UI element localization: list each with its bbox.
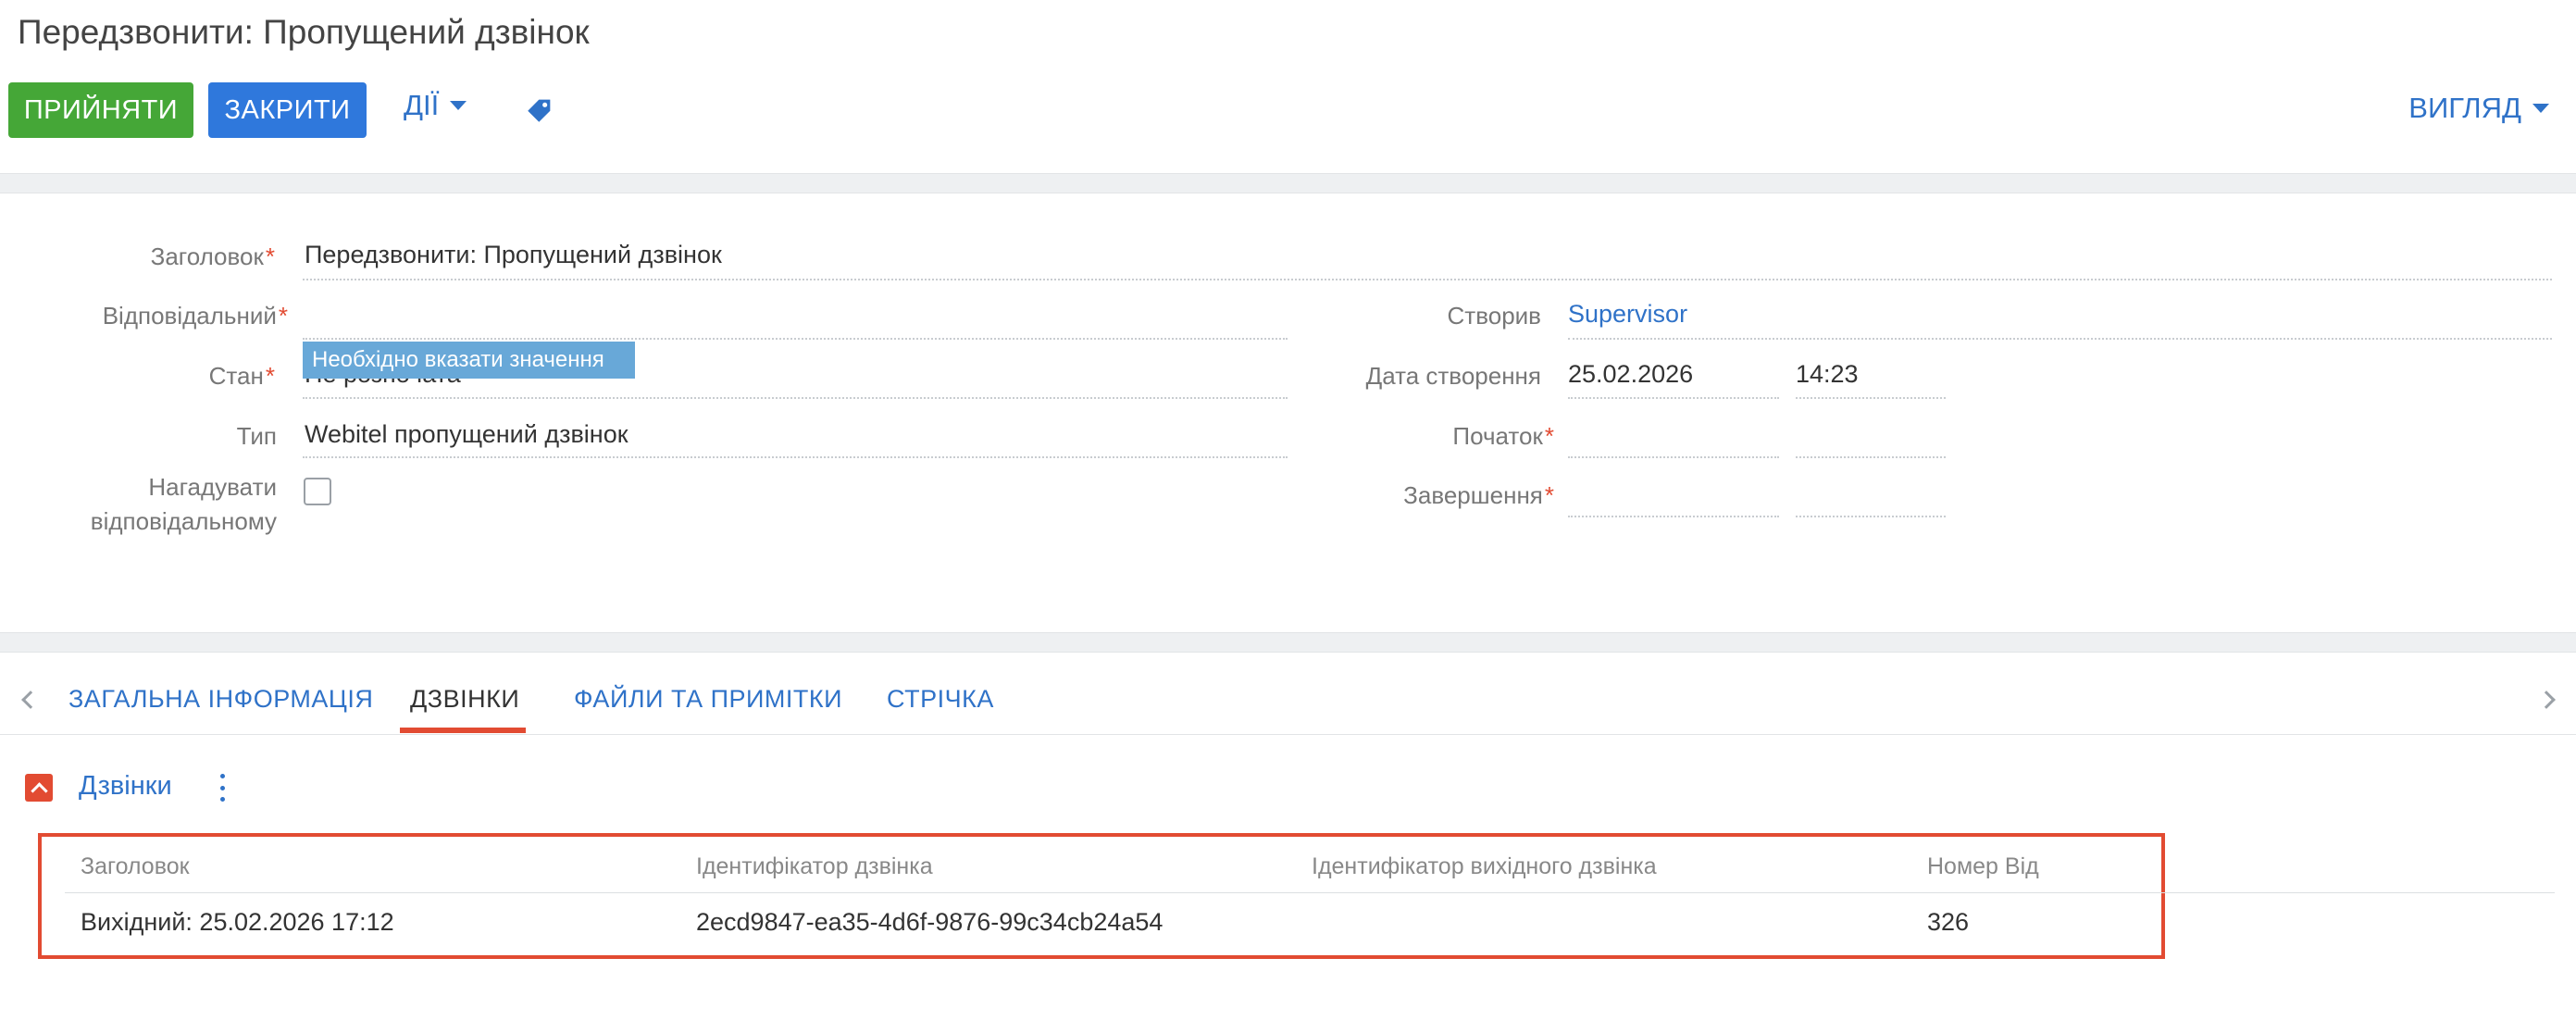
grid-header-divider bbox=[65, 892, 2555, 893]
collapse-detail-button[interactable] bbox=[25, 774, 53, 802]
column-header-outgoing-call-id[interactable]: Ідентифікатор вихідного дзвінка bbox=[1312, 853, 1657, 880]
close-button[interactable]: ЗАКРИТИ bbox=[208, 82, 367, 138]
created-on-time[interactable]: 14:23 bbox=[1796, 360, 1859, 389]
tab-general-info[interactable]: ЗАГАЛЬНА ІНФОРМАЦІЯ bbox=[68, 685, 373, 714]
actions-label: ДІЇ bbox=[404, 89, 440, 121]
column-header-call-id[interactable]: Ідентифікатор дзвінка bbox=[696, 853, 933, 880]
more-options-icon[interactable] bbox=[220, 774, 226, 802]
start-date-field[interactable] bbox=[1568, 420, 1779, 452]
end-time-underline bbox=[1796, 516, 1946, 517]
created-on-time-underline bbox=[1796, 397, 1946, 399]
created-on-date[interactable]: 25.02.2026 bbox=[1568, 360, 1693, 389]
page-title: Передзвонити: Пропущений дзвінок bbox=[18, 13, 590, 51]
calls-grid-highlight bbox=[38, 833, 2165, 959]
column-header-from-number[interactable]: Номер Від bbox=[1927, 853, 2039, 880]
title-field-underline bbox=[303, 279, 2552, 280]
end-time-field[interactable] bbox=[1796, 479, 1946, 511]
tab-files-notes[interactable]: ФАЙЛИ ТА ПРИМІТКИ bbox=[574, 685, 842, 714]
title-value[interactable]: Передзвонити: Пропущений дзвінок bbox=[305, 241, 722, 269]
from-number-cell: 326 bbox=[1927, 908, 1970, 936]
title-label: Заголовок* bbox=[150, 243, 275, 270]
tab-feed[interactable]: СТРІЧКА bbox=[887, 685, 994, 714]
call-id-cell: 2ecd9847-ea35-4d6f-9876-99c34cb24a54 bbox=[696, 908, 1164, 936]
tabs-divider bbox=[0, 734, 2576, 735]
type-label: Тип bbox=[236, 422, 277, 450]
owner-label: Відповідальний* bbox=[102, 302, 288, 330]
tag-icon[interactable] bbox=[524, 94, 555, 126]
tabs-scroll-left-icon[interactable] bbox=[21, 691, 40, 709]
form-separator bbox=[0, 632, 2576, 653]
created-by-underline bbox=[1568, 338, 2552, 340]
tabs-scroll-right-icon[interactable] bbox=[2537, 691, 2556, 709]
start-time-underline bbox=[1796, 456, 1946, 458]
actions-menu-button[interactable]: ДІЇ bbox=[404, 89, 467, 122]
status-field-underline bbox=[303, 397, 1288, 399]
call-title-link[interactable]: Вихідний: 25.02.2026 17:12 bbox=[81, 908, 394, 937]
start-time-field[interactable] bbox=[1796, 420, 1946, 452]
column-header-title[interactable]: Заголовок bbox=[81, 853, 190, 880]
view-menu-button[interactable]: ВИГЛЯД bbox=[2408, 92, 2549, 125]
start-label: Початок* bbox=[1452, 422, 1554, 450]
end-label: Завершення* bbox=[1403, 481, 1554, 509]
created-by-link[interactable]: Supervisor bbox=[1568, 300, 1687, 329]
accept-button[interactable]: ПРИЙНЯТИ bbox=[8, 82, 193, 138]
header-separator bbox=[0, 173, 2576, 193]
status-label: Стан* bbox=[208, 362, 275, 390]
remind-owner-label: Нагадувати відповідальному bbox=[90, 473, 277, 535]
type-value[interactable]: Webitel пропущений дзвінок bbox=[305, 420, 628, 449]
end-date-underline bbox=[1568, 516, 1779, 517]
caret-down-icon bbox=[2532, 104, 2549, 113]
remind-owner-checkbox[interactable] bbox=[304, 478, 331, 505]
start-date-underline bbox=[1568, 456, 1779, 458]
active-tab-indicator bbox=[400, 728, 526, 733]
created-on-date-underline bbox=[1568, 397, 1779, 399]
validation-tooltip: Необхідно вказати значення bbox=[303, 342, 635, 379]
owner-field-underline bbox=[303, 338, 1288, 340]
type-field-underline bbox=[303, 456, 1288, 458]
tab-calls[interactable]: ДЗВІНКИ bbox=[410, 685, 519, 714]
caret-down-icon bbox=[450, 101, 467, 110]
view-label: ВИГЛЯД bbox=[2408, 92, 2521, 124]
calls-detail-title[interactable]: Дзвінки bbox=[79, 771, 172, 802]
end-date-field[interactable] bbox=[1568, 479, 1779, 511]
created-by-label: Створив bbox=[1447, 302, 1541, 330]
created-on-label: Дата створення bbox=[1365, 362, 1541, 390]
